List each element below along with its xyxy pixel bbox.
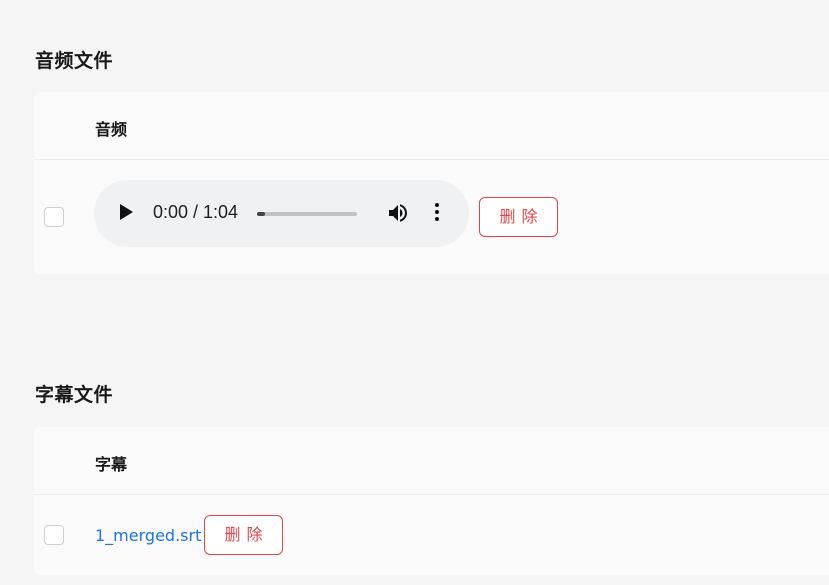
more-options-icon[interactable] [432,203,442,225]
audio-player[interactable]: 0:00 / 1:04 [94,180,469,247]
subtitle-file-link[interactable]: 1_merged.srt [95,526,201,545]
subtitle-section-title: 字幕文件 [35,384,114,406]
subtitle-table-header: 字幕 [34,427,829,495]
audio-delete-button[interactable]: 删除 [479,197,558,237]
audio-row-checkbox[interactable] [44,207,64,227]
audio-row: 0:00 / 1:04 删除 [34,160,829,274]
audio-time-display: 0:00 / 1:04 [153,202,239,222]
subtitle-column-header: 字幕 [95,455,128,474]
subtitle-row-checkbox[interactable] [44,525,64,545]
volume-icon[interactable] [386,201,410,225]
play-icon[interactable] [120,204,133,220]
subtitle-row: 1_merged.srt 删除 [34,495,829,575]
audio-table-header: 音频 [34,92,829,160]
audio-progress-fill [257,212,265,216]
audio-progress-bar[interactable] [257,212,357,216]
audio-section-title: 音频文件 [35,50,114,72]
subtitle-delete-button[interactable]: 删除 [204,515,283,555]
audio-column-header: 音频 [95,120,128,139]
subtitle-table: 字幕 1_merged.srt 删除 [34,427,829,575]
audio-table: 音频 0:00 / 1:04 删除 [34,92,829,274]
